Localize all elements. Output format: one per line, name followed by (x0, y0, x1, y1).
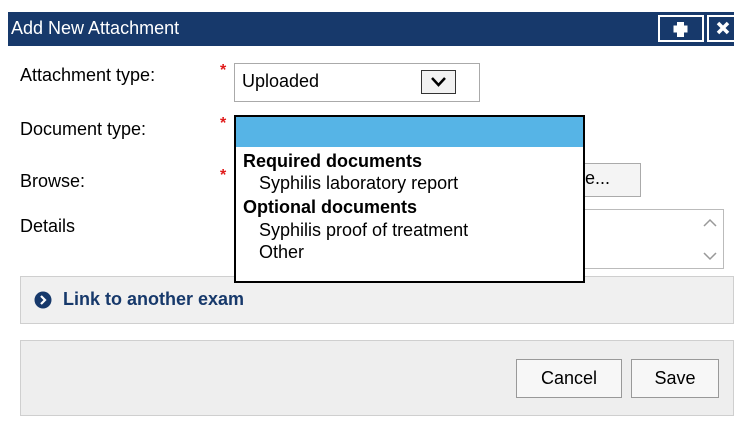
attachment-type-label: Attachment type: (20, 65, 156, 85)
attachment-type-select[interactable]: Uploaded (234, 63, 480, 102)
dropdown-selected-option[interactable] (236, 117, 583, 147)
plus-icon (673, 22, 688, 37)
details-label: Details (20, 216, 76, 236)
textarea-scrollbar[interactable] (699, 212, 721, 267)
dropdown-group-required: Required documents (243, 151, 423, 171)
dropdown-option-syphilis-lab-report[interactable]: Syphilis laboratory report (259, 173, 458, 194)
scroll-down-icon[interactable] (703, 252, 717, 261)
browse-label: Browse: (20, 171, 86, 191)
document-type-dropdown-list[interactable]: Required documents Syphilis laboratory r… (234, 115, 585, 283)
browse-button-label: e... (585, 168, 611, 188)
required-marker: * (220, 115, 227, 132)
required-marker: * (220, 167, 227, 184)
details-textarea[interactable] (578, 209, 724, 269)
required-marker: * (220, 62, 227, 79)
select-dropdown-button[interactable] (421, 70, 456, 94)
close-x-icon (716, 21, 730, 35)
add-button[interactable] (658, 15, 704, 42)
scroll-up-icon[interactable] (703, 218, 717, 227)
link-to-exam-bar[interactable]: Link to another exam (20, 276, 734, 324)
chevron-down-icon (431, 77, 446, 87)
document-type-label: Document type: (20, 119, 147, 139)
dropdown-option-other[interactable]: Other (259, 242, 304, 263)
dialog-title: Add New Attachment (11, 18, 180, 38)
dialog-footer: Cancel Save (20, 340, 734, 416)
dialog-titlebar: Add New Attachment (8, 12, 734, 46)
close-button[interactable] (707, 15, 734, 42)
attachment-type-value: Uploaded (242, 71, 320, 91)
circle-chevron-right-icon (34, 291, 52, 309)
link-to-exam-label[interactable]: Link to another exam (63, 289, 244, 310)
cancel-button[interactable]: Cancel (516, 359, 622, 398)
dropdown-option-syphilis-proof-treatment[interactable]: Syphilis proof of treatment (259, 220, 468, 241)
save-button[interactable]: Save (631, 359, 719, 398)
add-attachment-dialog: Add New Attachment Attachment type: * Up… (0, 0, 734, 421)
browse-button[interactable]: e... (578, 163, 641, 197)
dropdown-group-optional: Optional documents (243, 197, 418, 217)
